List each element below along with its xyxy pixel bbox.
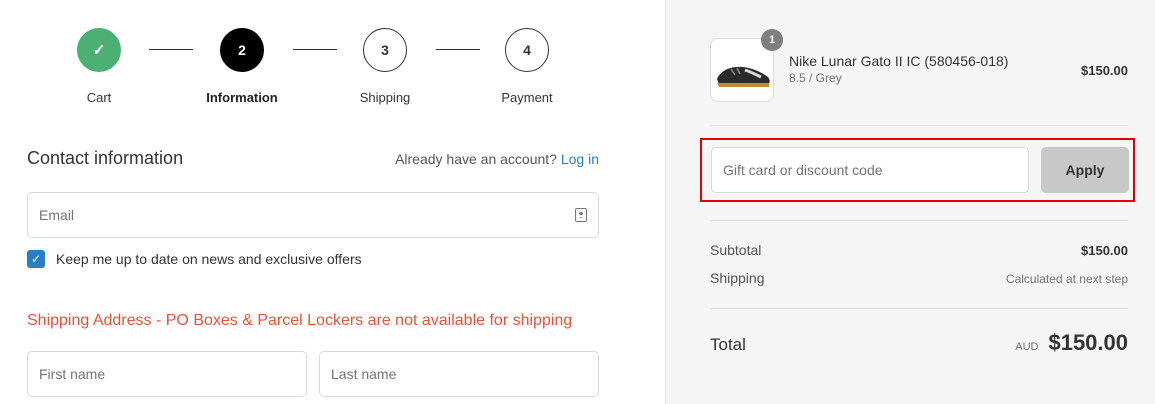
step-label: Information — [206, 90, 278, 105]
product-line: 1 Nike Lunar Gato II IC (580456-018) 8.5… — [710, 29, 1128, 102]
newsletter-checkbox[interactable]: ✓ — [27, 250, 45, 268]
email-field-wrapper — [27, 192, 599, 238]
shipping-warning: Shipping Address - PO Boxes & Parcel Loc… — [27, 312, 573, 329]
login-link[interactable]: Log in — [561, 151, 599, 167]
contact-header: Contact information Already have an acco… — [27, 148, 599, 169]
first-name-wrapper — [27, 351, 307, 397]
step-label: Cart — [86, 90, 112, 105]
step-number: 3 — [363, 28, 407, 72]
step-number: 4 — [505, 28, 549, 72]
shipping-value: Calculated at next step — [1005, 272, 1128, 286]
last-name-field[interactable] — [331, 366, 587, 382]
email-field[interactable] — [39, 207, 575, 223]
account-prompt: Already have an account? Log in — [395, 151, 599, 167]
product-variant: 8.5 / Grey — [789, 71, 842, 85]
total-amount: $150.00 — [1048, 330, 1128, 355]
first-name-field[interactable] — [39, 366, 295, 382]
last-name-wrapper — [319, 351, 599, 397]
step-cart[interactable]: ✓ Cart — [39, 28, 159, 105]
currency-code: AUD — [1015, 341, 1039, 353]
step-payment: 4 Payment — [467, 28, 587, 105]
discount-section: Apply — [700, 138, 1135, 202]
step-number: 2 — [220, 28, 264, 72]
apply-button[interactable]: Apply — [1041, 147, 1129, 193]
step-label: Shipping — [359, 90, 411, 105]
subtotal-label: Subtotal — [710, 242, 762, 258]
total-label: Total — [710, 335, 746, 354]
subtotal-row: Subtotal $150.00 — [710, 242, 1128, 258]
contact-card-icon — [575, 208, 587, 222]
order-summary: 1 Nike Lunar Gato II IC (580456-018) 8.5… — [665, 0, 1155, 404]
quantity-badge: 1 — [761, 29, 783, 51]
divider — [710, 125, 1128, 126]
newsletter-label: Keep me up to date on news and exclusive… — [56, 251, 362, 267]
checkout-steps: ✓ Cart 2 Information 3 Shipping 4 Paymen… — [0, 28, 665, 108]
newsletter-option: ✓ Keep me up to date on news and exclusi… — [27, 250, 362, 268]
shipping-label: Shipping — [710, 270, 765, 286]
check-icon: ✓ — [77, 28, 121, 72]
product-price: $150.00 — [1081, 63, 1128, 78]
section-title: Contact information — [27, 148, 184, 168]
discount-code-input[interactable] — [723, 162, 1017, 178]
product-name: Nike Lunar Gato II IC (580456-018) — [789, 53, 1009, 69]
discount-field-wrapper — [711, 147, 1029, 193]
subtotal-value: $150.00 — [1081, 243, 1128, 258]
divider — [710, 220, 1128, 221]
total-amount-group: AUD $150.00 — [1015, 330, 1128, 356]
step-information: 2 Information — [182, 28, 302, 105]
step-label: Payment — [501, 90, 553, 105]
checkout-main: ✓ Cart 2 Information 3 Shipping 4 Paymen… — [0, 0, 665, 404]
account-prompt-text: Already have an account? — [395, 150, 557, 167]
step-shipping: 3 Shipping — [325, 28, 445, 105]
shipping-row: Shipping Calculated at next step — [710, 270, 1128, 286]
divider — [710, 308, 1128, 309]
total-row: Total AUD $150.00 — [710, 330, 1128, 356]
product-thumbnail: 1 — [710, 29, 783, 102]
